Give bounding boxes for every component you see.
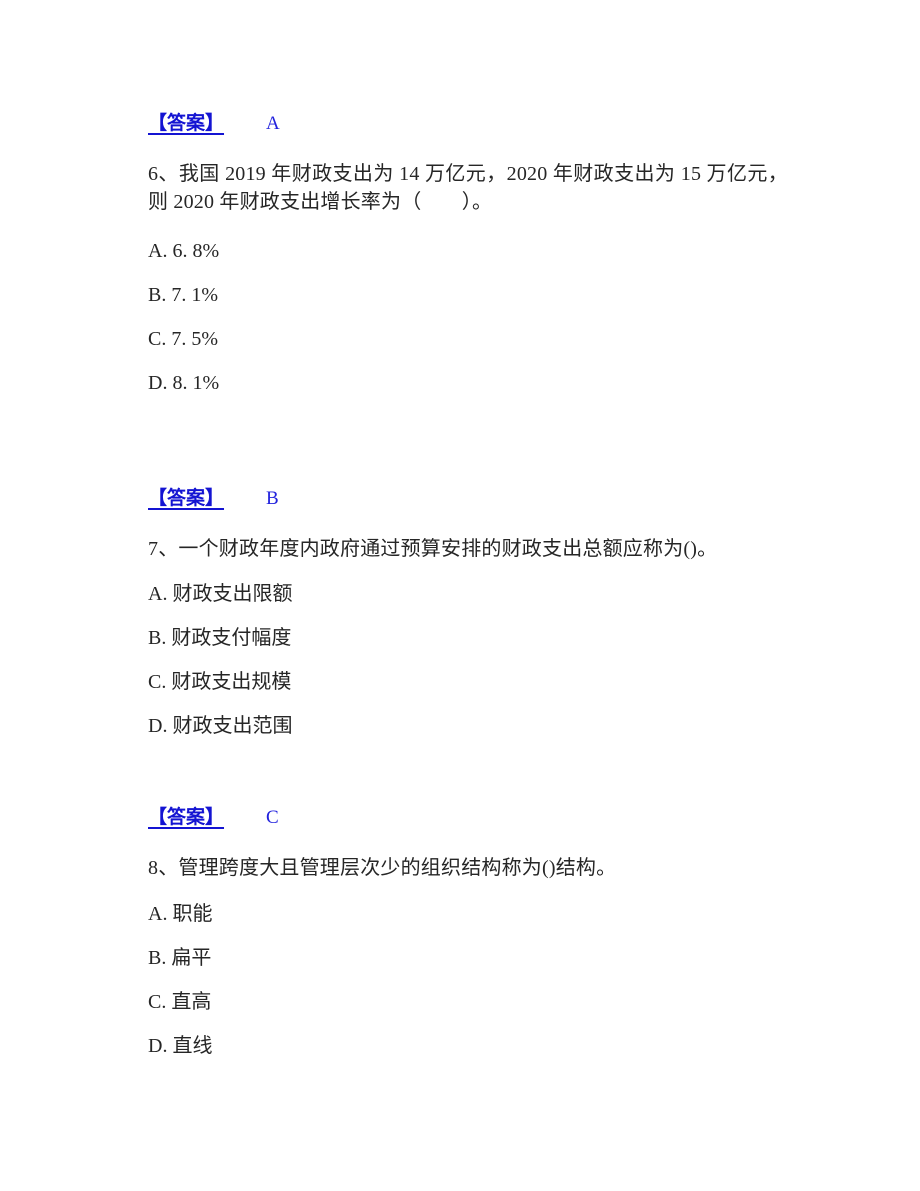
option-item[interactable]: A. 职能 <box>148 902 788 926</box>
answer-value: A <box>266 113 280 134</box>
top-margin-spacer <box>148 0 788 108</box>
option-item[interactable]: A. 6. 8% <box>148 239 788 263</box>
question-8-options: A. 职能 B. 扁平 C. 直高 D. 直线 <box>148 902 788 1058</box>
option-item[interactable]: A. 财政支出限额 <box>148 582 788 606</box>
question-6: 6、我国 2019 年财政支出为 14 万亿元，2020 年财政支出为 15 万… <box>148 160 788 217</box>
answer-label: 【答案】 <box>148 807 225 829</box>
answer-row-a: 【答案】 A <box>148 108 788 135</box>
option-item[interactable]: C. 直高 <box>148 990 788 1014</box>
question-8-number: 8、 <box>148 857 179 880</box>
answer-row-b: 【答案】 B <box>148 483 788 510</box>
question-7-number: 7、 <box>148 537 179 560</box>
option-item[interactable]: D. 财政支出范围 <box>148 714 788 738</box>
option-item[interactable]: D. 8. 1% <box>148 371 788 395</box>
question-7-options: A. 财政支出限额 B. 财政支付幅度 C. 财政支出规模 D. 财政支出范围 <box>148 582 788 738</box>
question-6-text: 我国 2019 年财政支出为 14 万亿元，2020 年财政支出为 15 万亿元… <box>148 163 788 214</box>
option-item[interactable]: C. 财政支出规模 <box>148 670 788 694</box>
answer-label: 【答案】 <box>148 113 225 134</box>
option-item[interactable]: B. 扁平 <box>148 946 788 970</box>
answer-label: 【答案】 <box>148 487 225 509</box>
answer-value: B <box>266 487 279 509</box>
question-6-number: 6、 <box>148 163 179 185</box>
question-7-text: 一个财政年度内政府通过预算安排的财政支出总额应称为()。 <box>178 537 718 560</box>
question-6-options: A. 6. 8% B. 7. 1% C. 7. 5% D. 8. 1% <box>148 239 788 395</box>
answer-row-c: 【答案】 C <box>148 802 788 829</box>
option-item[interactable]: B. 财政支付幅度 <box>148 626 788 650</box>
option-item[interactable]: C. 7. 5% <box>148 327 788 351</box>
answer-value: C <box>266 807 279 829</box>
document-content: 【答案】 A 6、我国 2019 年财政支出为 14 万亿元，2020 年财政支… <box>148 0 788 1058</box>
document-page: 【答案】 A 6、我国 2019 年财政支出为 14 万亿元，2020 年财政支… <box>0 0 920 1191</box>
option-item[interactable]: D. 直线 <box>148 1034 788 1058</box>
question-8-text: 管理跨度大且管理层次少的组织结构称为()结构。 <box>178 857 617 880</box>
question-7: 7、一个财政年度内政府通过预算安排的财政支出总额应称为()。 <box>148 535 788 563</box>
option-item[interactable]: B. 7. 1% <box>148 283 788 307</box>
question-8: 8、管理跨度大且管理层次少的组织结构称为()结构。 <box>148 854 788 882</box>
